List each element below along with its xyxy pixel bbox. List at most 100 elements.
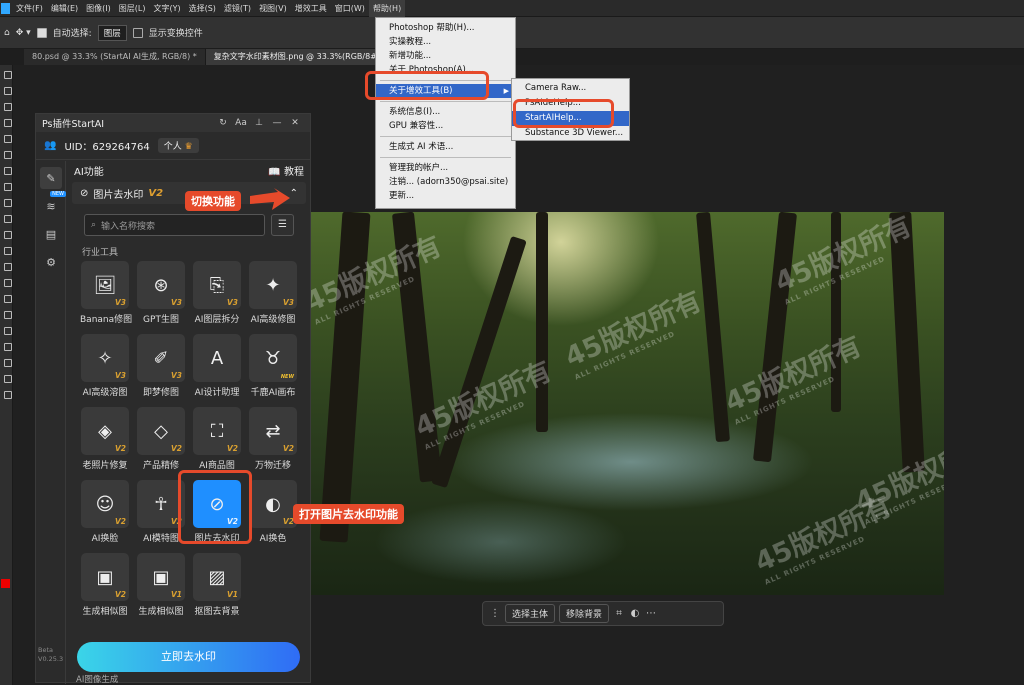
minimize-icon[interactable]: — — [268, 118, 286, 128]
tool-tile[interactable]: ◈ V2 老照片修复 — [80, 407, 130, 477]
menu-0[interactable]: 文件(F) — [12, 0, 47, 17]
lasso-icon[interactable] — [1, 99, 12, 113]
shape-icon[interactable] — [1, 355, 12, 369]
more-icon[interactable]: ⋯ — [645, 608, 657, 620]
select-subject-button[interactable]: 选择主体 — [505, 604, 556, 623]
remove-watermark-button[interactable]: 立即去水印 — [77, 642, 300, 672]
drag-handle-icon[interactable]: ⋮ — [489, 608, 501, 620]
menu-4[interactable]: 文字(Y) — [149, 0, 184, 17]
tool-tile[interactable]: ▨ V1 抠图去背景 — [192, 553, 242, 623]
menu-5[interactable]: 选择(S) — [185, 0, 220, 17]
menu-9[interactable]: 窗口(W) — [331, 0, 369, 17]
tool-tile[interactable]: ▣ V1 生成相似图 — [136, 553, 186, 623]
menu-1[interactable]: 编辑(E) — [47, 0, 82, 17]
help-menu-item[interactable]: GPU 兼容性... — [376, 119, 515, 133]
tool-tile-icon-box[interactable]: ✐ V3 — [137, 334, 185, 382]
eraser-icon[interactable] — [1, 243, 12, 257]
tool-tile-icon-box[interactable]: 🖼 V3 — [81, 261, 129, 309]
healing-icon[interactable] — [1, 179, 12, 193]
refresh-icon[interactable]: ↻ — [214, 118, 232, 128]
tool-tile[interactable]: ⎘ V3 AI图层拆分 — [192, 261, 242, 331]
path-select-icon[interactable] — [1, 339, 12, 353]
tool-tile-icon-box[interactable]: A — [193, 334, 241, 382]
tool-tile-icon-box[interactable]: ◈ V2 — [81, 407, 129, 455]
submenu-item[interactable]: Substance 3D Viewer... — [512, 126, 629, 141]
tool-tile-icon-box[interactable]: ⛶ V2 — [193, 407, 241, 455]
zoom-icon[interactable] — [1, 387, 12, 401]
layers-nav-icon[interactable]: ≋ NEW — [40, 191, 66, 217]
settings-nav-icon[interactable]: ⚙ — [40, 251, 62, 273]
auto-select-checkbox[interactable] — [36, 27, 47, 38]
close-icon[interactable]: ✕ — [286, 118, 304, 128]
tool-tile[interactable]: ♉ NEW 千鹿AI画布 — [248, 334, 298, 404]
menu-8[interactable]: 增效工具 — [291, 0, 331, 17]
tool-tile-icon-box[interactable]: ▨ V1 — [193, 553, 241, 601]
list-view-button[interactable]: ☰ — [271, 214, 294, 236]
frame-icon[interactable] — [1, 147, 12, 161]
move-icon[interactable] — [1, 67, 12, 81]
tool-tile[interactable]: ◇ V2 产品精修 — [136, 407, 186, 477]
help-menu-item[interactable]: 更新... — [376, 189, 515, 203]
tool-tile-icon-box[interactable]: ♉ NEW — [249, 334, 297, 382]
help-menu-item[interactable]: 注销... (adorn350@psai.site) — [376, 175, 515, 189]
ai-functions-nav-icon[interactable]: ✎ — [40, 167, 62, 189]
tool-tile-icon-box[interactable]: ⎘ V3 — [193, 261, 241, 309]
move-tool-icon[interactable]: ✥ ▾ — [16, 28, 31, 38]
eyedropper-icon[interactable] — [1, 163, 12, 177]
tool-tile-icon-box[interactable]: ▣ V2 — [81, 553, 129, 601]
help-menu-item[interactable]: 系统信息(I)... — [376, 105, 515, 119]
help-menu-item[interactable]: 生成式 AI 术语... — [376, 140, 515, 154]
pin-icon[interactable]: ⊥ — [250, 118, 268, 128]
menu-7[interactable]: 视图(V) — [255, 0, 291, 17]
adjust-icon[interactable]: ◐ — [629, 608, 641, 620]
tool-tile-icon-box[interactable]: ☺ V2 — [81, 480, 129, 528]
tool-tile[interactable]: ✦ V3 AI高级修图 — [248, 261, 298, 331]
blur-icon[interactable] — [1, 275, 12, 289]
menu-2[interactable]: 图像(I) — [82, 0, 115, 17]
tool-tile[interactable]: ▣ V2 生成相似图 — [80, 553, 130, 623]
tutorial-link[interactable]: 📖 教程 — [268, 163, 304, 178]
submenu-item[interactable]: Camera Raw... — [512, 81, 629, 96]
tool-tile-icon-box[interactable]: ⇄ V2 — [249, 407, 297, 455]
tool-tile[interactable]: 🖼 V3 Banana修图 — [80, 261, 132, 331]
remove-background-button[interactable]: 移除背景 — [559, 604, 610, 623]
tab-document-1[interactable]: 80.psd @ 33.3% (StartAI AI生成, RGB/8) * — [24, 49, 206, 65]
menu-10[interactable]: 帮助(H) — [368, 0, 406, 17]
tool-tile-icon-box[interactable]: ⊛ V3 — [137, 261, 185, 309]
foreground-color-swatch[interactable] — [1, 579, 10, 588]
tool-tile[interactable]: ⊛ V3 GPT生图 — [136, 261, 186, 331]
tool-tile[interactable]: ✧ V3 AI高级溶图 — [80, 334, 130, 404]
tool-tile[interactable]: ◐ V2 AI换色 — [248, 480, 298, 550]
font-size-icon[interactable]: Aa — [232, 118, 250, 128]
tool-tile[interactable]: ✐ V3 即梦修图 — [136, 334, 186, 404]
account-badge[interactable]: 个人 ♛ — [157, 138, 199, 153]
tool-tile-icon-box[interactable]: ◇ V2 — [137, 407, 185, 455]
transform-controls-checkbox[interactable] — [132, 27, 143, 38]
tool-tile[interactable]: ⛶ V2 AI商品图 — [192, 407, 242, 477]
tool-tile-icon-box[interactable]: ✦ V3 — [249, 261, 297, 309]
tab-document-2[interactable]: 复杂文字水印素材图.png @ 33.3%(RGB/8#) — [205, 49, 389, 65]
help-menu-item[interactable]: Photoshop 帮助(H)... — [376, 21, 515, 35]
document-nav-icon[interactable]: ▤ — [40, 223, 62, 245]
history-brush-icon[interactable] — [1, 227, 12, 241]
help-menu-item[interactable]: 管理我的帐户... — [376, 161, 515, 175]
menu-6[interactable]: 滤镜(T) — [220, 0, 255, 17]
home-icon[interactable]: ⌂ — [4, 28, 10, 38]
marquee-icon[interactable] — [1, 83, 12, 97]
gradient-icon[interactable] — [1, 259, 12, 273]
tool-tile[interactable]: ☺ V2 AI换脸 — [80, 480, 130, 550]
crop-frame-icon[interactable]: ⌗ — [613, 608, 625, 620]
crop-icon[interactable] — [1, 131, 12, 145]
tool-tile[interactable]: A AI设计助理 — [192, 334, 242, 404]
dodge-icon[interactable] — [1, 291, 12, 305]
brush-icon[interactable] — [1, 195, 12, 209]
type-icon[interactable] — [1, 323, 12, 337]
auto-select-dropdown[interactable]: 图层 — [97, 24, 127, 41]
menu-3[interactable]: 图层(L) — [115, 0, 150, 17]
tool-tile-icon-box[interactable]: ▣ V1 — [137, 553, 185, 601]
tool-tile[interactable]: ⇄ V2 万物迁移 — [248, 407, 298, 477]
help-menu-item[interactable]: 实操教程... — [376, 35, 515, 49]
hand-icon[interactable] — [1, 371, 12, 385]
quick-select-icon[interactable] — [1, 115, 12, 129]
pen-icon[interactable] — [1, 307, 12, 321]
